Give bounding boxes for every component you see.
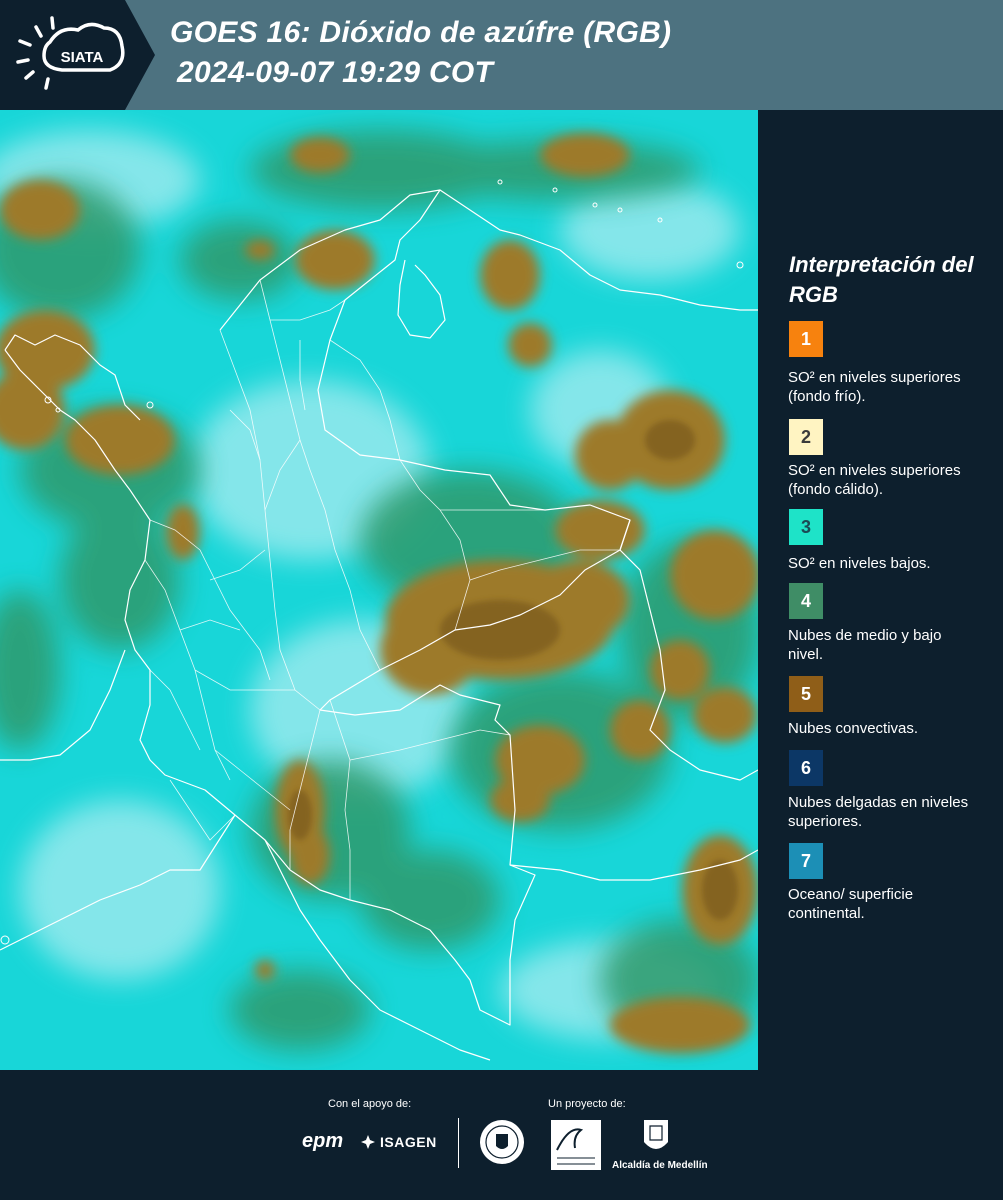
legend-swatch-7: 7 <box>789 843 823 879</box>
alcaldia-label: Alcaldía de Medellín <box>612 1160 708 1171</box>
footer-divider <box>458 1118 459 1168</box>
isagen-icon <box>360 1134 376 1150</box>
legend-swatch-5: 5 <box>789 676 823 712</box>
timestamp: 2024-09-07 19:29 COT <box>177 56 494 89</box>
legend-label-3: SO² en niveles bajos. <box>788 555 931 572</box>
epm-logo: epm <box>302 1130 344 1152</box>
alcaldia-shield-icon <box>642 1118 670 1156</box>
product-title: GOES 16: Dióxido de azúfre (RGB) <box>170 16 672 49</box>
legend-label-6: Nubes delgadas en niveles superiores. <box>788 794 969 830</box>
legend-panel: Interpretación del RGB 1 SO² en niveles … <box>758 110 1003 1070</box>
legend-swatch-3: 3 <box>789 509 823 545</box>
legend-label-5: Nubes convectivas. <box>788 720 919 737</box>
satellite-image <box>0 110 758 1070</box>
legend-label-4: Nubes de medio y bajo nivel. <box>788 627 942 663</box>
isagen-logo: ISAGEN <box>380 1134 437 1150</box>
medellin-seal-icon <box>478 1118 526 1166</box>
satellite-map <box>0 110 758 1070</box>
siata-logo: SIATA <box>16 16 125 90</box>
legend-swatch-2: 2 <box>789 419 823 455</box>
legend-label-2: SO² en niveles superiores (fondo cálido)… <box>788 462 961 498</box>
legend-swatch-6: 6 <box>789 750 823 786</box>
area-metropolitana-logo <box>551 1120 601 1170</box>
legend-title: Interpretación del RGB <box>789 252 974 307</box>
support-label: Con el apoyo de: <box>328 1098 412 1110</box>
legend-label-1: SO² en niveles superiores (fondo frío). <box>788 369 961 405</box>
footer: Con el apoyo de: Un proyecto de: epm ISA… <box>0 1070 1003 1200</box>
siata-logo-text: SIATA <box>61 49 104 66</box>
legend-swatch-1: 1 <box>789 321 823 357</box>
project-label: Un proyecto de: <box>548 1098 626 1110</box>
legend-label-7: Oceano/ superficie continental. <box>788 886 914 922</box>
legend-swatch-4: 4 <box>789 583 823 619</box>
header: SIATA GOES 16: Dióxido de azúfre (RGB) 2… <box>0 0 1003 110</box>
